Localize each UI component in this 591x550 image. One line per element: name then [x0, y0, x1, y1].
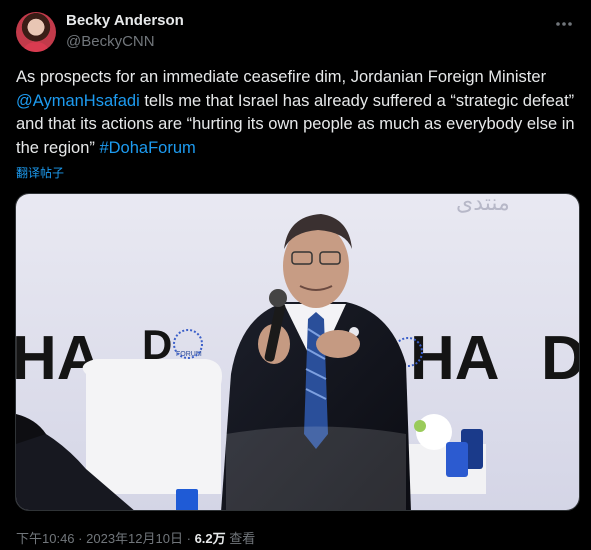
flower-leaf: [414, 420, 426, 432]
backdrop-text-far-right: D: [541, 324, 580, 393]
more-options-glyph: [556, 22, 572, 26]
arabic-watermark: منتدى: [456, 194, 510, 216]
views-label: 查看: [229, 531, 256, 546]
forum-logo-text: FORUM: [176, 351, 202, 358]
microphone-head: [269, 289, 287, 307]
author-handle[interactable]: @BeckyCNN: [66, 33, 155, 50]
avatar[interactable]: [16, 12, 56, 52]
white-chair-left: [82, 359, 223, 494]
tweet-header: Becky Anderson @BeckyCNN: [16, 10, 576, 54]
ellipsis-icon[interactable]: [552, 14, 576, 34]
tweet-media-image[interactable]: منتدى HA D HA D FORUM: [15, 193, 580, 511]
tweet-text-part1: As prospects for an immediate ceasefire …: [16, 68, 547, 86]
meta-separator-2: ·: [186, 531, 191, 546]
author-name[interactable]: Becky Anderson: [66, 12, 184, 29]
tweet-meta: 下午10:46 · 2023年12月10日 · 6.2万 查看: [16, 528, 255, 547]
translate-post-link[interactable]: 翻译帖子: [16, 164, 64, 181]
glass-bottle: [176, 489, 198, 510]
tweet-date[interactable]: 2023年12月10日: [86, 531, 183, 546]
backdrop-text-right: HA: [410, 324, 500, 393]
hashtag-link[interactable]: #DohaForum: [99, 139, 195, 157]
meta-separator: ·: [78, 531, 83, 546]
speaker-hand-right: [316, 330, 360, 358]
chair-shadow: [226, 426, 406, 510]
tweet-text: As prospects for an immediate ceasefire …: [16, 66, 578, 160]
water-bottle-2: [446, 442, 468, 477]
views-count: 6.2万: [194, 531, 226, 546]
tweet-time[interactable]: 下午10:46: [16, 531, 75, 546]
media-scene: منتدى HA D HA D FORUM: [16, 194, 580, 510]
mention-link[interactable]: @AymanHsafadi: [16, 92, 140, 110]
